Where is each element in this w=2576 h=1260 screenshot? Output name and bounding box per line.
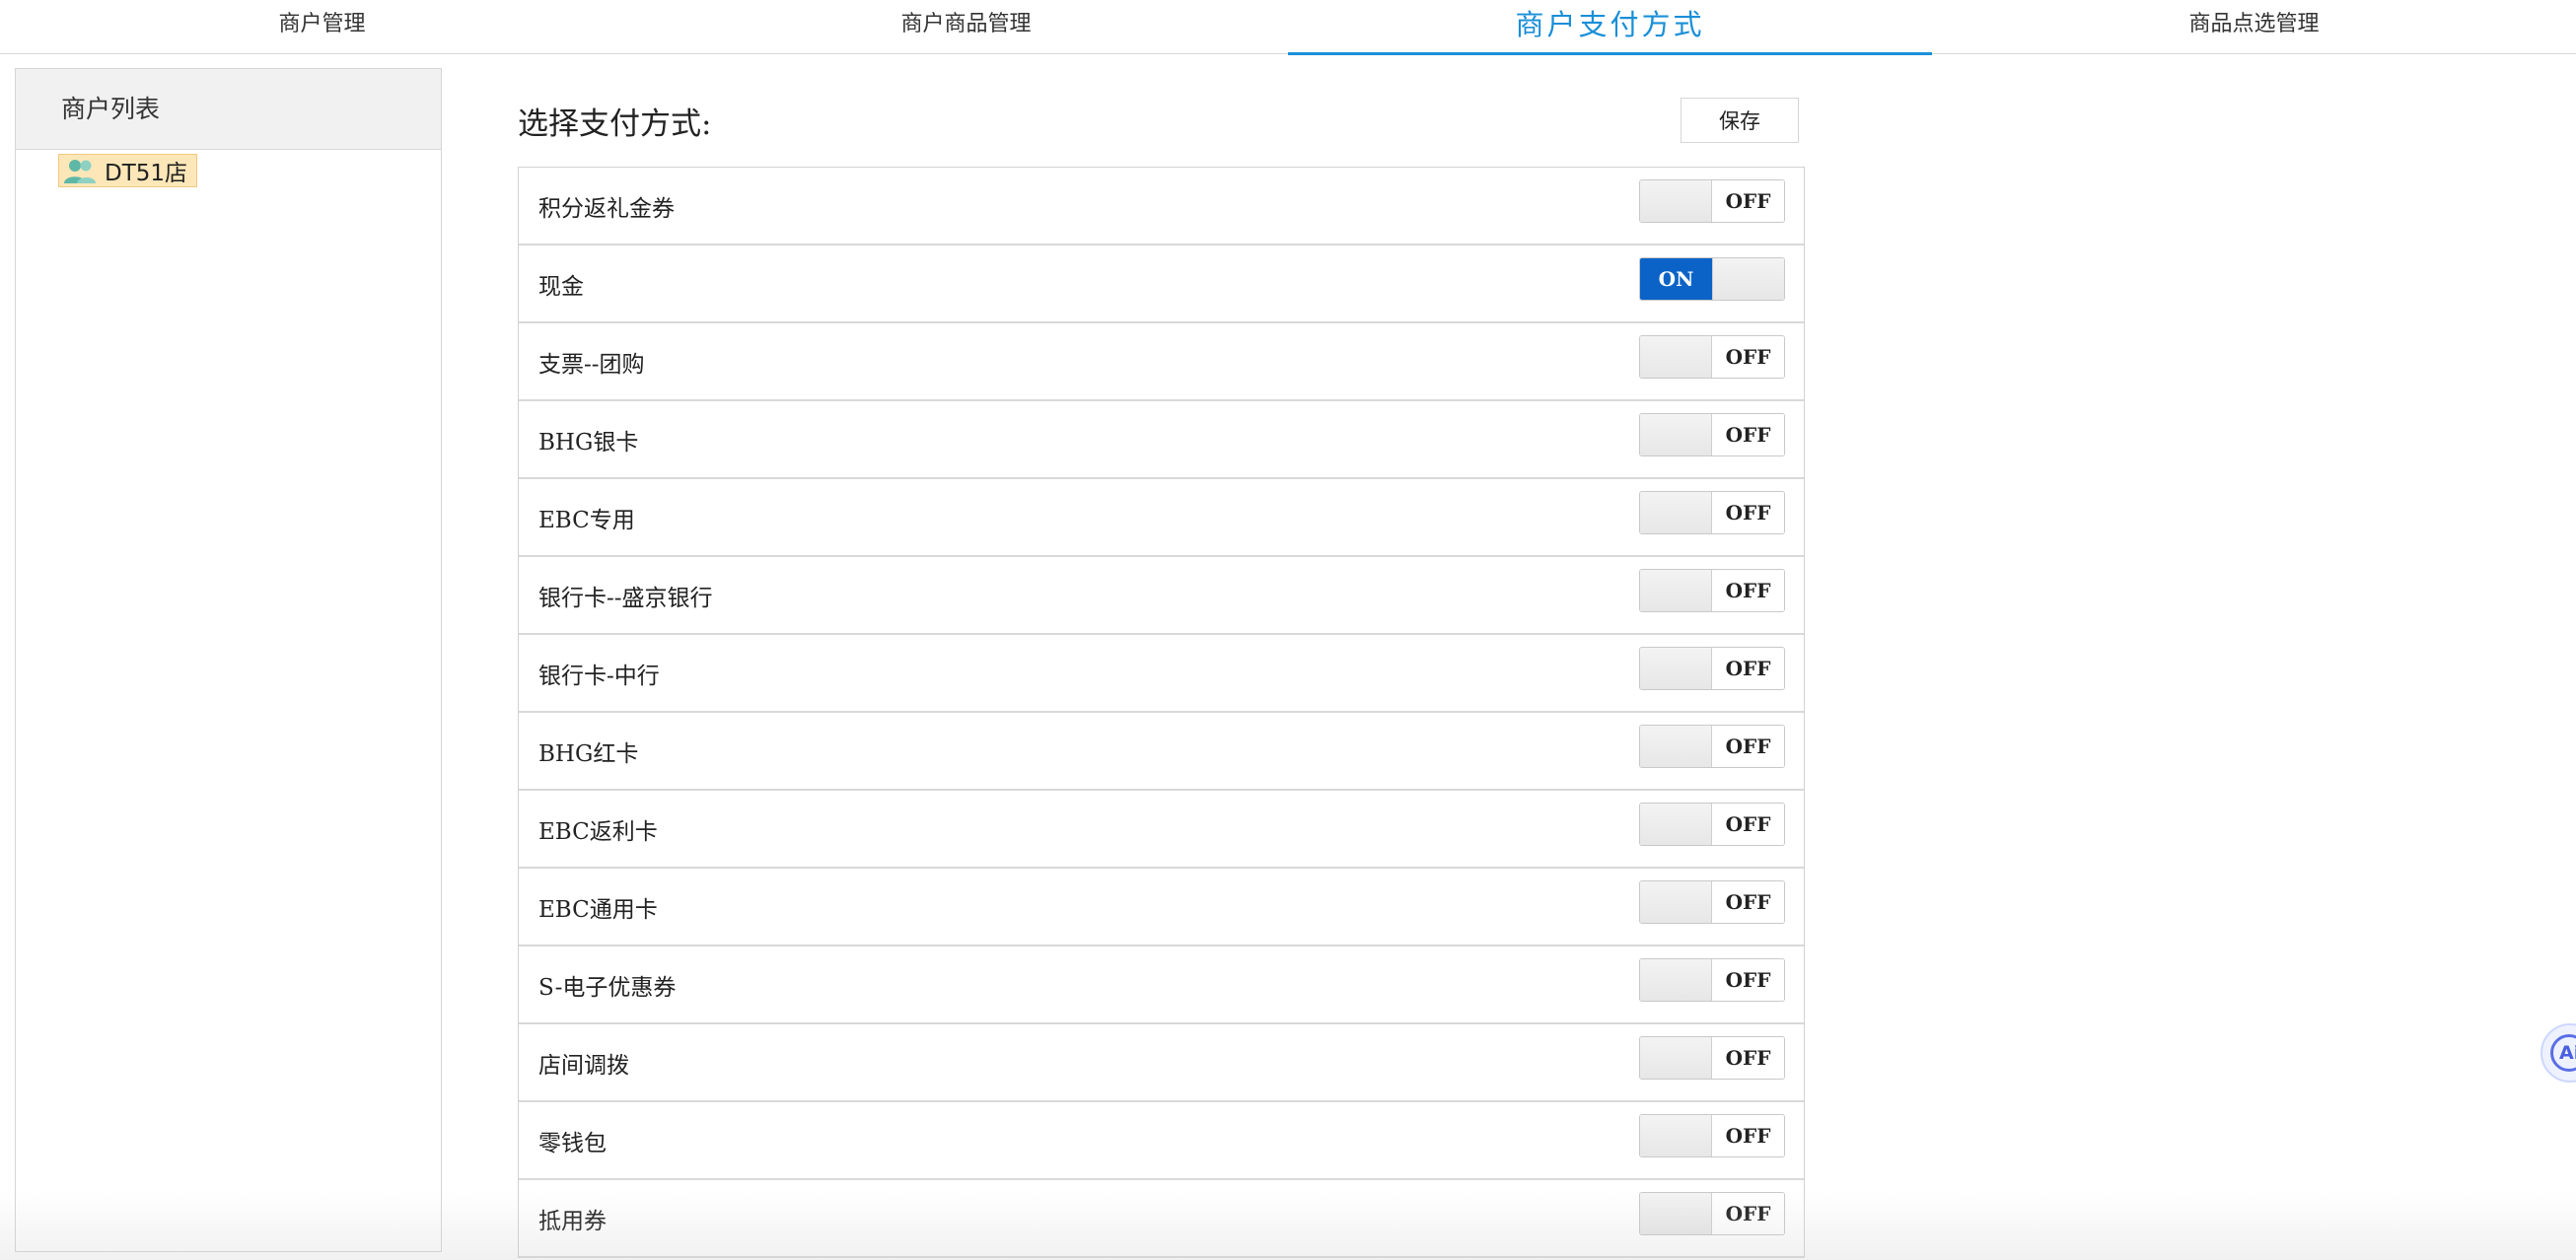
top-nav: 商户管理 商户商品管理 商户支付方式 商品点选管理 <box>0 0 2576 55</box>
toggle-state-label: OFF <box>1712 804 1784 845</box>
payment-method-row: 银行卡--盛京银行 OFF <box>519 557 1804 635</box>
payment-toggle[interactable]: OFF <box>1639 1036 1785 1080</box>
toggle-knob <box>1640 570 1712 611</box>
payment-method-label: EBC返利卡 <box>538 818 658 845</box>
payment-method-label: EBC通用卡 <box>538 896 658 923</box>
payment-method-label: BHG红卡 <box>538 740 639 767</box>
toggle-knob <box>1640 959 1712 1001</box>
ai-assistant-icon: Ai <box>2550 1034 2576 1072</box>
tree-node-label: DT51店 <box>105 161 188 186</box>
payment-method-label: 店间调拨 <box>538 1052 629 1079</box>
toggle-knob <box>1640 881 1712 923</box>
payment-toggle[interactable]: OFF <box>1639 880 1785 924</box>
toggle-knob <box>1640 1115 1712 1156</box>
payment-method-row: 支票--团购 OFF <box>519 323 1804 401</box>
tab-payment-methods[interactable]: 商户支付方式 <box>1288 0 1932 55</box>
payment-toggle[interactable]: OFF <box>1639 179 1785 223</box>
save-button[interactable]: 保存 <box>1681 98 1799 143</box>
toggle-state-label: OFF <box>1712 959 1784 1001</box>
payment-method-label: 银行卡--盛京银行 <box>538 585 713 611</box>
toggle-state-label: OFF <box>1712 492 1784 533</box>
payment-toggle[interactable]: OFF <box>1639 958 1785 1002</box>
toggle-knob <box>1640 492 1712 533</box>
toggle-state-label: OFF <box>1712 1115 1784 1156</box>
payment-method-label: 积分返礼金券 <box>538 195 675 222</box>
payment-toggle[interactable]: OFF <box>1639 725 1785 768</box>
toggle-knob <box>1640 804 1712 845</box>
payment-method-row: S-电子优惠券 OFF <box>519 946 1804 1024</box>
ai-assistant-button[interactable]: Ai <box>2540 1023 2576 1083</box>
toggle-knob <box>1640 648 1712 689</box>
toggle-knob <box>1640 336 1712 378</box>
payment-method-row: BHG红卡 OFF <box>519 713 1804 791</box>
toggle-state-label: OFF <box>1712 881 1784 923</box>
page-title: 选择支付方式: <box>518 106 712 142</box>
payment-toggle[interactable]: OFF <box>1639 335 1785 379</box>
toggle-knob <box>1640 414 1712 455</box>
payment-method-label: 现金 <box>538 273 584 300</box>
tree-node-store[interactable]: DT51店 <box>58 154 198 187</box>
payment-method-label: 支票--团购 <box>538 351 645 378</box>
toggle-knob <box>1640 180 1712 222</box>
toggle-knob <box>1640 1037 1712 1079</box>
payment-method-label: EBC专用 <box>538 507 635 533</box>
payment-toggle[interactable]: OFF <box>1639 491 1785 534</box>
toggle-knob <box>1712 258 1784 300</box>
toggle-state-label: OFF <box>1712 414 1784 455</box>
toggle-state-label: OFF <box>1712 1037 1784 1079</box>
payment-method-row: EBC返利卡 OFF <box>519 791 1804 869</box>
toggle-state-label: ON <box>1640 258 1712 300</box>
payment-method-label: 零钱包 <box>538 1130 607 1156</box>
toggle-state-label: OFF <box>1712 336 1784 378</box>
payment-method-label: 抵用券 <box>538 1208 607 1234</box>
payment-method-row: 积分返礼金券 OFF <box>519 168 1804 245</box>
payment-method-row: EBC专用 OFF <box>519 479 1804 557</box>
toggle-state-label: OFF <box>1712 726 1784 767</box>
tab-merchant-management[interactable]: 商户管理 <box>0 0 644 53</box>
payment-toggle[interactable]: ON <box>1639 257 1785 301</box>
merchant-sidebar: 商户列表 DT51店 <box>15 68 442 1252</box>
toggle-knob <box>1640 726 1712 767</box>
payment-method-row: BHG银卡 OFF <box>519 401 1804 479</box>
payment-method-label: 银行卡-中行 <box>538 663 660 689</box>
sidebar-title: 商户列表 <box>16 69 441 150</box>
payment-toggle[interactable]: OFF <box>1639 1192 1785 1235</box>
payment-toggle[interactable]: OFF <box>1639 413 1785 456</box>
payment-toggle[interactable]: OFF <box>1639 803 1785 846</box>
payment-method-label: S-电子优惠券 <box>538 974 677 1001</box>
payment-method-label: BHG银卡 <box>538 429 639 455</box>
payment-method-row: 银行卡-中行 OFF <box>519 635 1804 713</box>
toggle-state-label: OFF <box>1712 1193 1784 1234</box>
toggle-knob <box>1640 1193 1712 1234</box>
payment-method-row: 零钱包 OFF <box>519 1102 1804 1180</box>
payment-method-row: 现金 ON <box>519 245 1804 323</box>
tab-product-selection[interactable]: 商品点选管理 <box>1932 0 2576 53</box>
payment-method-list: 积分返礼金券 OFF 现金 ON 支票--团购 OFF BHG银卡 OFF EBC专用 OFF 银行… <box>518 167 1805 1258</box>
payment-method-row: EBC通用卡 OFF <box>519 869 1804 946</box>
toggle-state-label: OFF <box>1712 570 1784 611</box>
payment-method-row: 抵用券 OFF <box>519 1180 1804 1258</box>
payment-method-row: 店间调拨 OFF <box>519 1024 1804 1102</box>
payment-toggle[interactable]: OFF <box>1639 647 1785 690</box>
toggle-state-label: OFF <box>1712 180 1784 222</box>
payment-toggle[interactable]: OFF <box>1639 1114 1785 1157</box>
payment-toggle[interactable]: OFF <box>1639 569 1785 612</box>
toggle-state-label: OFF <box>1712 648 1784 689</box>
users-icon <box>64 160 96 183</box>
tab-merchant-products[interactable]: 商户商品管理 <box>644 0 1288 53</box>
